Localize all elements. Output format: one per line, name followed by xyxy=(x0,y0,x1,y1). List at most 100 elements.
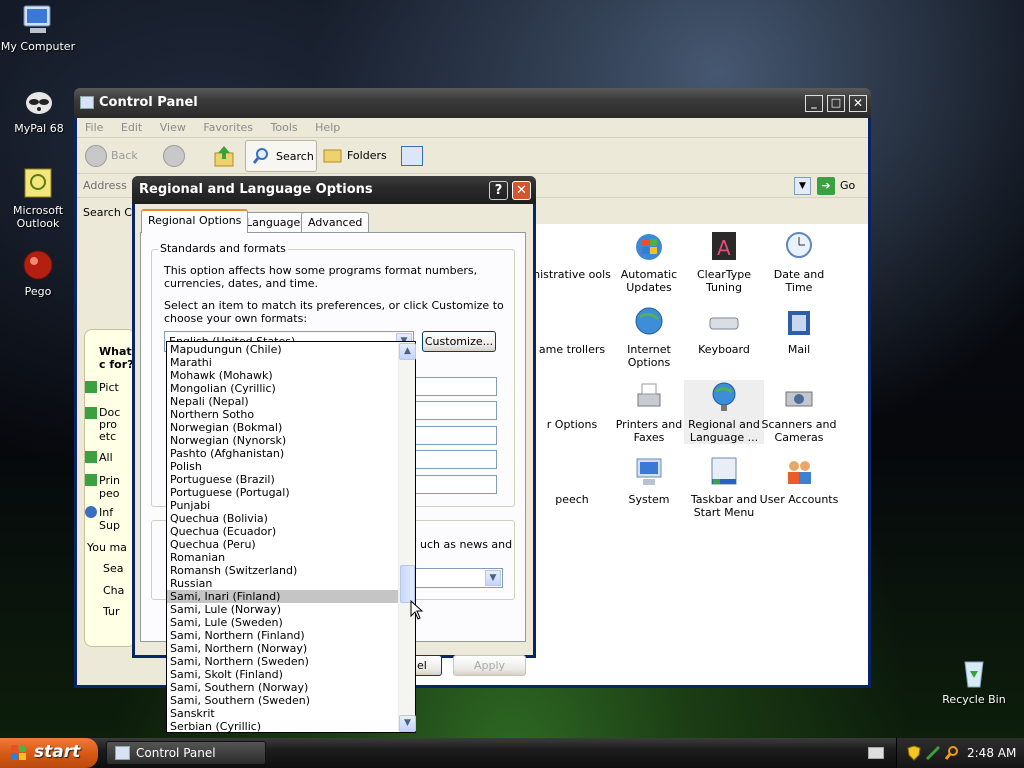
folders-icon[interactable] xyxy=(323,146,343,164)
menu-favorites[interactable]: Favorites xyxy=(203,121,253,134)
minimize-button[interactable]: _ xyxy=(805,95,823,112)
search-option-help[interactable]: Inf Sup xyxy=(85,506,135,532)
cp-item-mail[interactable]: Mail xyxy=(759,305,839,356)
cp-item-printers-and-faxes[interactable]: Printers and Faxes xyxy=(609,380,689,444)
tab-regional-options[interactable]: Regional Options xyxy=(141,209,249,233)
tab-advanced[interactable]: Advanced xyxy=(301,212,370,232)
link-turn-off-character[interactable]: Tur xyxy=(103,605,120,618)
cp-item-system[interactable]: System xyxy=(609,455,689,506)
locale-list-item[interactable]: Serbian (Cyrillic) xyxy=(167,720,399,733)
locale-list-item[interactable]: Sami, Skolt (Finland) xyxy=(167,668,399,681)
search-option-all-files[interactable]: All xyxy=(85,451,135,464)
dialog-titlebar[interactable]: Regional and Language Options ? ✕ xyxy=(132,176,536,204)
scroll-down-arrow[interactable]: ▼ xyxy=(399,715,416,732)
cp-item-keyboard[interactable]: Keyboard xyxy=(684,305,764,356)
locale-list-item[interactable]: Sami, Southern (Norway) xyxy=(167,681,399,694)
forward-arrow-icon[interactable] xyxy=(163,145,185,167)
apply-button[interactable]: Apply xyxy=(453,655,526,676)
locale-list-item[interactable]: Portuguese (Brazil) xyxy=(167,473,399,486)
locale-list-item[interactable]: Sami, Inari (Finland) xyxy=(167,590,399,603)
link-change-preferences[interactable]: Cha xyxy=(103,584,124,597)
search-option-printers[interactable]: Prin peo xyxy=(85,474,135,500)
locale-list-item[interactable]: Polish xyxy=(167,460,399,473)
dialog-close-button[interactable]: ✕ xyxy=(512,181,531,200)
search-option-pictures[interactable]: Pict xyxy=(85,381,135,394)
network-icon[interactable] xyxy=(925,745,941,761)
cp-item-user-accounts[interactable]: User Accounts xyxy=(759,455,839,506)
desktop-icon-mypal[interactable]: MyPal 68 xyxy=(0,85,79,135)
cp-item-administrative-tools[interactable]: nistrative ools xyxy=(532,230,612,281)
link-search-internet[interactable]: Sea xyxy=(103,562,124,575)
dropdown-scrollbar[interactable]: ▲ ▼ xyxy=(398,342,416,732)
search-toolbar-button[interactable]: Search xyxy=(245,140,317,172)
locale-list-item[interactable]: Mapudungun (Chile) xyxy=(167,343,399,356)
locale-list-item[interactable]: Norwegian (Nynorsk) xyxy=(167,434,399,447)
cp-item-automatic-updates[interactable]: Automatic Updates xyxy=(609,230,689,294)
locale-list-item[interactable]: Portuguese (Portugal) xyxy=(167,486,399,499)
menu-edit[interactable]: Edit xyxy=(121,121,142,134)
go-button-label[interactable]: Go xyxy=(840,179,855,192)
cp-item-scanners-and-cameras[interactable]: Scanners and Cameras xyxy=(759,380,839,444)
locale-dropdown-list[interactable]: Mapudungun (Chile) Marathi Mohawk (Mohawk)… xyxy=(166,341,416,733)
address-dropdown-button[interactable]: ▼ xyxy=(794,177,811,195)
locale-list-item[interactable]: Sami, Northern (Sweden) xyxy=(167,655,399,668)
desktop-icon-pego[interactable]: Pego xyxy=(0,248,78,298)
scroll-up-arrow[interactable]: ▲ xyxy=(399,343,416,360)
menu-view[interactable]: View xyxy=(160,121,186,134)
go-arrow-icon[interactable]: ➔ xyxy=(817,177,835,195)
cp-item-date-and-time[interactable]: Date and Time xyxy=(759,230,839,294)
cp-item-taskbar-and-start-menu[interactable]: Taskbar and Start Menu xyxy=(684,455,764,519)
locale-list-item[interactable]: Mongolian (Cyrillic) xyxy=(167,382,399,395)
customize-button[interactable]: Customize... xyxy=(422,331,496,352)
close-button[interactable]: ✕ xyxy=(849,95,867,112)
security-shield-icon[interactable] xyxy=(907,745,921,761)
search-tray-icon[interactable] xyxy=(944,745,960,761)
start-button[interactable]: start xyxy=(0,738,98,768)
locale-list-item[interactable]: Northern Sotho xyxy=(167,408,399,421)
search-option-documents[interactable]: Doc pro etc xyxy=(85,407,135,443)
chevron-down-icon[interactable]: ▼ xyxy=(485,570,501,586)
menu-help[interactable]: Help xyxy=(315,121,340,134)
locale-list-item[interactable]: Sami, Northern (Finland) xyxy=(167,629,399,642)
taskbar-button-control-panel[interactable]: Control Panel xyxy=(106,741,266,765)
folders-button-label[interactable]: Folders xyxy=(347,149,387,162)
cp-item-cleartype-tuning[interactable]: A ClearType Tuning xyxy=(684,230,764,294)
clock[interactable]: 2:48 AM xyxy=(967,746,1016,760)
desktop-icon-outlook[interactable]: Microsoft Outlook xyxy=(0,167,78,230)
keyboard-tray-icon[interactable] xyxy=(868,747,884,759)
maximize-button[interactable]: □ xyxy=(827,95,845,112)
locale-list-item[interactable]: Romansh (Switzerland) xyxy=(167,564,399,577)
locale-list-item[interactable]: Romanian xyxy=(167,551,399,564)
locale-list-item[interactable]: Russian xyxy=(167,577,399,590)
locale-list-item[interactable]: Sanskrit xyxy=(167,707,399,720)
scroll-thumb[interactable] xyxy=(400,565,415,603)
cp-item-internet-options[interactable]: Internet Options xyxy=(609,305,689,369)
locale-list-item[interactable]: Marathi xyxy=(167,356,399,369)
locale-list-item[interactable]: Punjabi xyxy=(167,499,399,512)
up-folder-icon[interactable] xyxy=(213,144,235,168)
locale-list-item[interactable]: Mohawk (Mohawk) xyxy=(167,369,399,382)
menu-file[interactable]: File xyxy=(85,121,103,134)
help-button[interactable]: ? xyxy=(489,181,508,200)
desktop-icon-my-computer[interactable]: My Computer xyxy=(0,3,78,53)
control-panel-titlebar[interactable]: Control Panel _ □ ✕ xyxy=(74,88,871,118)
locale-list-item[interactable]: Sami, Northern (Norway) xyxy=(167,642,399,655)
locale-list-item[interactable]: Quechua (Peru) xyxy=(167,538,399,551)
locale-list-item[interactable]: Quechua (Ecuador) xyxy=(167,525,399,538)
locale-list-item[interactable]: Sami, Lule (Norway) xyxy=(167,603,399,616)
locale-list-item[interactable]: Quechua (Bolivia) xyxy=(167,512,399,525)
back-button-label[interactable]: Back xyxy=(111,149,138,162)
location-combo[interactable]: ▼ xyxy=(415,568,503,588)
menu-tools[interactable]: Tools xyxy=(271,121,298,134)
locale-list-item[interactable]: Sami, Southern (Sweden) xyxy=(167,694,399,707)
locale-list-item[interactable]: Sami, Lule (Sweden) xyxy=(167,616,399,629)
locale-list-item[interactable]: Nepali (Nepal) xyxy=(167,395,399,408)
cp-item-power-options[interactable]: r Options xyxy=(532,380,612,431)
views-icon[interactable] xyxy=(401,146,423,166)
desktop-icon-recycle-bin[interactable]: Recycle Bin xyxy=(934,656,1014,706)
locale-list-item[interactable]: Norwegian (Bokmal) xyxy=(167,421,399,434)
cp-item-game-controllers[interactable]: ame trollers xyxy=(532,305,612,356)
cp-item-regional-and-language[interactable]: Regional and Language ... xyxy=(684,380,764,444)
back-arrow-icon[interactable] xyxy=(85,145,107,167)
locale-list-item[interactable]: Pashto (Afghanistan) xyxy=(167,447,399,460)
